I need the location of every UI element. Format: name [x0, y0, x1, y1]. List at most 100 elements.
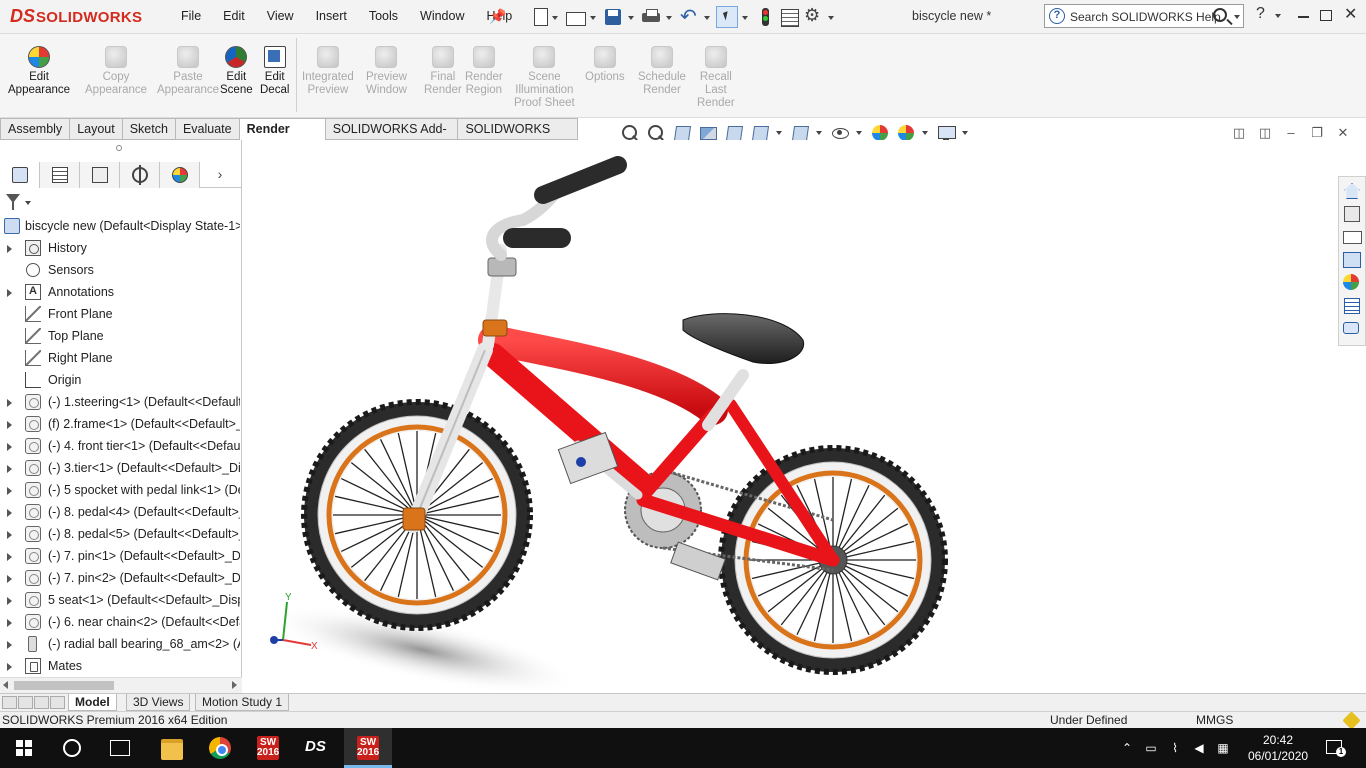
gear-icon[interactable]	[802, 5, 824, 28]
scrollbar-thumb[interactable]	[14, 681, 114, 690]
ribbon-edit-decal-button[interactable]: Edit Decal	[260, 46, 289, 97]
maximize-icon[interactable]	[1318, 6, 1334, 24]
tab-sketch[interactable]: Sketch	[121, 118, 175, 140]
scroll-right-icon[interactable]	[232, 681, 237, 689]
tree-item[interactable]: (-) radial ball bearing_68_am<2> (AFBMA	[0, 633, 240, 655]
expand-arrow-icon[interactable]	[7, 619, 12, 627]
next-tab-nav-icon[interactable]	[34, 696, 49, 709]
view-palette-icon[interactable]	[1341, 249, 1363, 269]
volume-icon[interactable]: ◀	[1192, 741, 1206, 755]
expand-arrow-icon[interactable]	[7, 597, 12, 605]
print-dropdown-icon[interactable]	[664, 6, 674, 28]
print-icon[interactable]	[640, 6, 662, 28]
search-scope-icon[interactable]: ?	[1049, 8, 1065, 24]
bottom-tab-motion-study-1[interactable]: Motion Study 1	[195, 694, 290, 711]
ribbon-recall-last-render-button[interactable]: Recall Last Render	[697, 46, 735, 110]
display-manager-tab[interactable]	[160, 162, 200, 188]
custom-properties-icon[interactable]	[1341, 295, 1363, 315]
solidworks-resources-home-icon[interactable]	[1341, 180, 1363, 200]
tree-item[interactable]: Right Plane	[0, 347, 240, 369]
tree-item[interactable]: (-) 5 spocket with pedal link<1> (Defaul…	[0, 479, 240, 501]
expand-arrow-icon[interactable]	[7, 443, 12, 451]
search-input[interactable]: Search SOLIDWORKS Help	[1070, 10, 1221, 24]
last-tab-nav-icon[interactable]	[50, 696, 65, 709]
3dexperience-icon[interactable]	[292, 728, 340, 768]
viewport-restore-icon[interactable]: ❐	[1310, 126, 1324, 140]
viewport-collapse-right-icon[interactable]: ◫	[1258, 126, 1272, 140]
solidworks-2016-active-icon[interactable]: SW 2016	[344, 728, 392, 768]
ribbon-edit-scene-button[interactable]: Edit Scene	[220, 46, 253, 97]
close-icon[interactable]: ✕	[1344, 6, 1360, 24]
ribbon-options-button[interactable]: Options	[585, 46, 625, 84]
help-search-box[interactable]: ? Search SOLIDWORKS Help	[1044, 4, 1244, 28]
ribbon-preview-window-button[interactable]: Preview Window	[366, 46, 407, 97]
tree-root-assembly[interactable]: biscycle new (Default<Display State-1>)	[0, 215, 240, 237]
options-dropdown-icon[interactable]	[826, 6, 836, 28]
tree-item[interactable]: (-) 8. pedal<4> (Default<<Default>_Displ…	[0, 501, 240, 523]
show-hidden-icons-icon[interactable]: ⌃	[1120, 741, 1134, 755]
battery-icon[interactable]: ▭	[1144, 741, 1158, 755]
ribbon-final-render-button[interactable]: Final Render	[424, 46, 462, 97]
tree-item[interactable]: Mates	[0, 655, 240, 677]
solidworks-logo[interactable]: DS SOLIDWORKS	[8, 6, 158, 30]
save-icon[interactable]	[602, 6, 624, 28]
ribbon-edit-appearance-button[interactable]: Edit Appearance	[8, 46, 70, 97]
new-document-icon[interactable]	[534, 8, 548, 26]
windows-start-icon[interactable]	[0, 728, 48, 768]
rebuild-status-icon[interactable]	[1342, 711, 1361, 730]
configuration-manager-tab[interactable]	[80, 162, 120, 188]
prev-tab-nav-icon[interactable]	[18, 696, 33, 709]
tree-item[interactable]: (-) 1.steering<1> (Default<<Default>_Dis…	[0, 391, 240, 413]
tree-item[interactable]: Front Plane	[0, 303, 240, 325]
property-manager-tab[interactable]	[40, 162, 80, 188]
tab-assembly[interactable]: Assembly	[0, 118, 70, 140]
open-folder-icon[interactable]	[564, 6, 586, 28]
viewport-minimize-icon[interactable]: –	[1284, 126, 1298, 140]
expand-arrow-icon[interactable]	[7, 421, 12, 429]
expand-arrow-icon[interactable]	[7, 553, 12, 561]
ime-icon[interactable]: ▦	[1216, 741, 1230, 755]
expand-arrow-icon[interactable]	[7, 289, 12, 297]
expand-arrow-icon[interactable]	[7, 509, 12, 517]
menu-insert[interactable]: Insert	[305, 0, 358, 34]
viewport-close-icon[interactable]: ✕	[1336, 126, 1350, 140]
unit-system[interactable]: MMGS	[1196, 712, 1233, 728]
expand-arrow-icon[interactable]	[7, 465, 12, 473]
task-view-icon[interactable]	[96, 728, 144, 768]
tree-item[interactable]: (-) 8. pedal<5> (Default<<Default>_Displ…	[0, 523, 240, 545]
menu-window[interactable]: Window	[409, 0, 475, 34]
tree-horizontal-scrollbar[interactable]	[0, 677, 242, 693]
filter-dropdown-icon[interactable]	[25, 201, 31, 205]
solidworks-forum-icon[interactable]	[1341, 318, 1363, 338]
tree-item[interactable]: (-) 4. front tier<1> (Default<<Default>_…	[0, 435, 240, 457]
tab-solidworks-mbd[interactable]: SOLIDWORKS MBD	[457, 118, 578, 156]
tree-item[interactable]: Origin	[0, 369, 240, 391]
file-properties-icon[interactable]	[778, 6, 800, 28]
more-tabs-chevron-icon[interactable]: ›	[200, 162, 240, 187]
undo-dropdown-icon[interactable]	[702, 6, 712, 28]
graphics-area[interactable]: Y X	[243, 140, 1338, 693]
expand-arrow-icon[interactable]	[7, 531, 12, 539]
expand-arrow-icon[interactable]	[7, 641, 12, 649]
dimxpert-tab[interactable]	[120, 162, 160, 188]
expand-arrow-icon[interactable]	[7, 575, 12, 583]
select-dropdown-icon[interactable]	[740, 6, 750, 28]
new-dropdown-icon[interactable]	[550, 6, 560, 28]
tree-item[interactable]: History	[0, 237, 240, 259]
feature-manager-tab[interactable]	[0, 162, 40, 188]
ribbon-copy-appearance-button[interactable]: Copy Appearance	[85, 46, 147, 97]
tree-item[interactable]: A Annotations	[0, 281, 240, 303]
chrome-icon[interactable]	[196, 728, 244, 768]
viewport-collapse-left-icon[interactable]: ◫	[1232, 126, 1246, 140]
tree-item[interactable]: Sensors	[0, 259, 240, 281]
menu-file[interactable]: File	[170, 0, 212, 34]
minimize-icon[interactable]	[1296, 6, 1312, 24]
rebuild-traffic-light-icon[interactable]	[754, 6, 776, 28]
tree-item[interactable]: (-) 3.tier<1> (Default<<Default>_Display…	[0, 457, 240, 479]
tree-item[interactable]: Top Plane	[0, 325, 240, 347]
ribbon-scene-illumination-proof-sheet-button[interactable]: Scene Illumination Proof Sheet	[514, 46, 575, 110]
ribbon-render-region-button[interactable]: Render Region	[465, 46, 503, 97]
save-dropdown-icon[interactable]	[626, 6, 636, 28]
help-dropdown-icon[interactable]	[1275, 14, 1281, 18]
solidworks-2016-icon[interactable]: SW 2016	[244, 728, 292, 768]
